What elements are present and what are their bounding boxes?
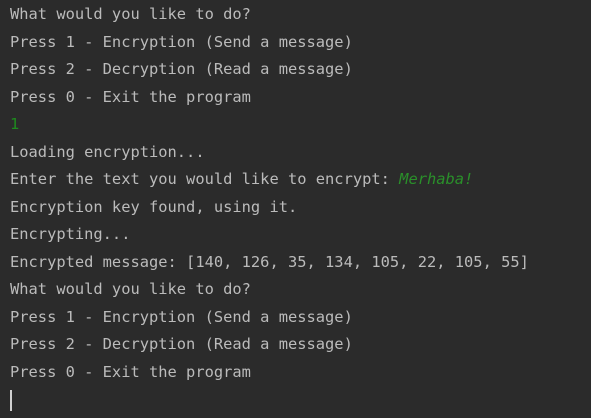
console-line-user-choice: 1	[10, 115, 20, 133]
console-line-option-encrypt-2: Press 1 - Encryption (Send a message)	[10, 307, 353, 326]
encrypt-prompt-text: Enter the text you would like to encrypt…	[10, 170, 400, 188]
console-line-option-decrypt-2: Press 2 - Decryption (Read a message)	[10, 335, 353, 353]
encrypt-user-input: Merhaba!	[399, 170, 474, 188]
console-line-option-decrypt: Press 2 - Decryption (Read a message)	[10, 60, 353, 78]
console-line-menu-prompt-2: What would you like to do?	[10, 280, 251, 298]
console-line-encrypted-message: Encrypted message: [140, 126, 35, 134, 1…	[10, 252, 529, 271]
console-input-line[interactable]	[10, 386, 591, 414]
console-line-option-exit: Press 0 - Exit the program	[10, 87, 251, 106]
console-output[interactable]: What would you like to do? Press 1 - Enc…	[0, 0, 591, 418]
console-line-option-encrypt: Press 1 - Encryption (Send a message)	[10, 32, 353, 51]
console-line-encrypt-prompt: Enter the text you would like to encrypt…	[10, 166, 591, 194]
console-line-encrypting: Encrypting...	[10, 225, 131, 243]
console-line-option-exit-2: Press 0 - Exit the program	[10, 362, 251, 381]
text-cursor	[10, 390, 12, 411]
console-line-menu-prompt: What would you like to do?	[10, 5, 251, 23]
console-line-loading: Loading encryption...	[10, 142, 205, 161]
console-line-key-found: Encryption key found, using it.	[10, 197, 298, 216]
